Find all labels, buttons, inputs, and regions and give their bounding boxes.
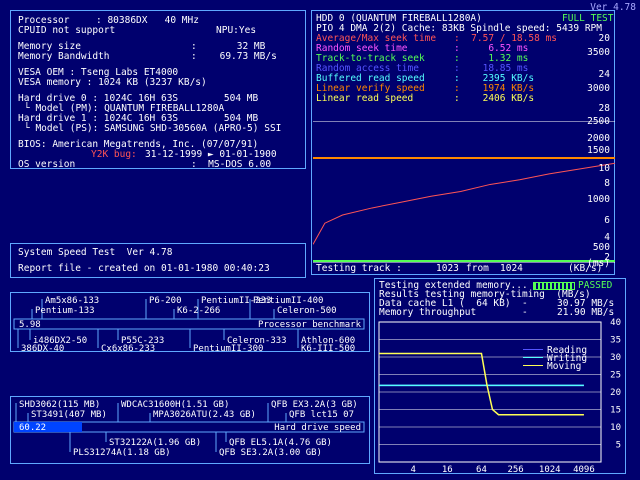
hdd-axis-tick: (ms) <box>587 258 610 269</box>
cpu-bench-label: Processor benchmark <box>258 320 362 330</box>
memory-y-tick: 5 <box>616 441 621 451</box>
npu-text: NPU:Yes <box>216 25 257 36</box>
cpu-benchmark-scale: Am5x86-133 P6-200 PentiumII-233PentiumII-4… <box>13 296 365 351</box>
hdd-axis-tick: 3000 <box>587 83 610 94</box>
hard-drive-1-model: └ Model (PS): SAMSUNG SHD-30560A (APRO-5… <box>24 123 282 134</box>
hdd-bench-bottom-label: QFB EL5.1A(4.76 GB) <box>229 438 332 448</box>
hdd-bench-bottom-label: QFB SE3.2A(3.00 GB) <box>219 448 322 458</box>
hdd-bench-label: Hard drive speed <box>274 423 361 433</box>
testing-track-total: 1024 <box>500 263 523 274</box>
memory-x-tick: 64 <box>476 465 487 474</box>
hdd-axis-tick: 1500 <box>587 145 610 156</box>
cpu-bench-bottom-label: 386DX-40 <box>21 344 64 351</box>
cpu-bench-top-label: Pentium-133 <box>35 306 95 316</box>
cpu-benchmark-panel: Am5x86-133 P6-200 PentiumII-233 PentiumII-4… <box>10 292 370 352</box>
hdd-benchmark-scale: SHD3062(115 MB) WDCAC31600H(1.51 GB) QFB E… <box>13 400 365 458</box>
hdd-speed-chart <box>313 121 615 263</box>
memory-y-tick: 40 <box>610 318 621 328</box>
cpu-bench-top-label: Am5x86-133 <box>45 296 99 306</box>
cpu-bench-top-label: Celeron-500 <box>277 306 337 316</box>
memory-timing-chart: 40 35 30 25 20 15 10 5 4 16 64 256 1024 4096 <box>378 318 621 474</box>
hdd-bench-top-label: SHD3062(115 MB) <box>19 400 100 410</box>
legend-label: Moving <box>547 361 582 372</box>
legend-swatch <box>523 349 543 350</box>
hdd-axis-tick: 20 <box>598 33 610 44</box>
hdd-bench-top-label: WDCAC31600H(1.51 GB) <box>121 400 229 410</box>
cpu-bench-bottom-label: Cx6x86-233 <box>101 344 155 351</box>
memory-x-tick: 16 <box>442 465 453 474</box>
hdd-bench-bottom-label: PLS31274A(1.18 GB) <box>73 448 171 458</box>
system-info-panel: Processor : 80386DX 40 MHz CPUID not sup… <box>10 10 306 170</box>
hdd-test-panel: HDD 0 (QUANTUM FIREBALL1280A) FULL TEST … <box>311 10 615 275</box>
memory-y-tick: 15 <box>610 406 621 416</box>
memory-x-tick: 4 <box>410 465 415 474</box>
memory-x-tick: 1024 <box>539 465 561 474</box>
testing-track-label: Testing track : <box>316 263 402 274</box>
cpu-bench-top-label: K6-2-266 <box>177 306 220 316</box>
cpu-bench-bottom-label: PentiumII-300 <box>193 344 263 351</box>
memory-y-tick: 30 <box>610 353 621 363</box>
memory-x-tick: 256 <box>507 465 523 474</box>
hdd-axis-tick: 1000 <box>587 194 610 205</box>
memory-y-tick: 35 <box>610 336 621 346</box>
hdd-bench-top-label: QFB EX3.2A(3 GB) <box>271 400 358 410</box>
hdd-axis-tick: 6 <box>604 215 610 226</box>
cpu-bench-bottom-label: K6-III-500 <box>301 344 355 351</box>
vesa-memory: VESA memory : 1024 KB (3237 KB/s) <box>18 77 207 88</box>
speed-test-title: System Speed Test Ver 4.78 <box>18 247 173 258</box>
seek-time-line <box>313 162 615 245</box>
cpu-bench-top-label: P6-200 <box>149 296 182 306</box>
memory-y-tick: 10 <box>610 423 621 433</box>
memory-bandwidth-label: Memory Bandwidth <box>18 51 110 62</box>
os-label: OS version <box>18 159 76 170</box>
memory-y-tick: 20 <box>610 388 621 398</box>
memory-test-panel: Testing extended memory... PASSED Result… <box>374 278 626 474</box>
memory-bandwidth-value: : 69.73 MB/s <box>191 51 277 62</box>
speed-test-panel: System Speed Test Ver 4.78 Report file -… <box>10 243 306 278</box>
hdd-metric-value: : 2406 KB/s <box>454 93 535 104</box>
legend-swatch <box>523 357 543 358</box>
hdd-axis-tick: 10 <box>598 163 610 174</box>
hdd-metric-label: Linear read speed <box>316 93 414 104</box>
testing-from-label: from <box>466 263 489 274</box>
y2k-label: Y2K bug: <box>91 149 137 160</box>
cpu-bench-top-label: PentiumII-400 <box>253 296 323 306</box>
legend-swatch <box>523 365 543 366</box>
hdd-bench-value: 60.22 <box>19 423 46 433</box>
testing-track-value: 1023 <box>436 263 459 274</box>
hdd-bench-top-label: QFB lct15 07 <box>289 410 354 420</box>
memory-x-tick: 4096 <box>573 465 595 474</box>
hdd-bench-bottom-label: ST32122A(1.96 GB) <box>109 438 201 448</box>
hdd-axis-tick: 3500 <box>587 47 610 58</box>
hdd-benchmark-panel: SHD3062(115 MB) WDCAC31600H(1.51 GB) QFB E… <box>10 396 370 464</box>
memory-y-tick: 25 <box>610 371 621 381</box>
hdd-bench-top-label: MPA3026ATU(2.43 GB) <box>153 410 256 420</box>
hdd-axis-tick: 2000 <box>587 133 610 144</box>
cpuid-text: CPUID not support <box>18 25 116 36</box>
hdd-axis-tick: 8 <box>604 178 610 189</box>
os-value: : MS-DOS 6.00 <box>191 159 272 170</box>
hdd-axis-tick: 2500 <box>587 116 610 127</box>
report-file-text: Report file - created on 01-01-1980 00:4… <box>18 263 270 274</box>
cpu-bench-value: 5.98 <box>19 320 41 330</box>
hdd-axis-tick: 24 <box>598 69 610 80</box>
hdd-bench-top-label: ST3491(407 MB) <box>31 410 107 420</box>
hdd-axis-tick: 28 <box>598 103 610 114</box>
